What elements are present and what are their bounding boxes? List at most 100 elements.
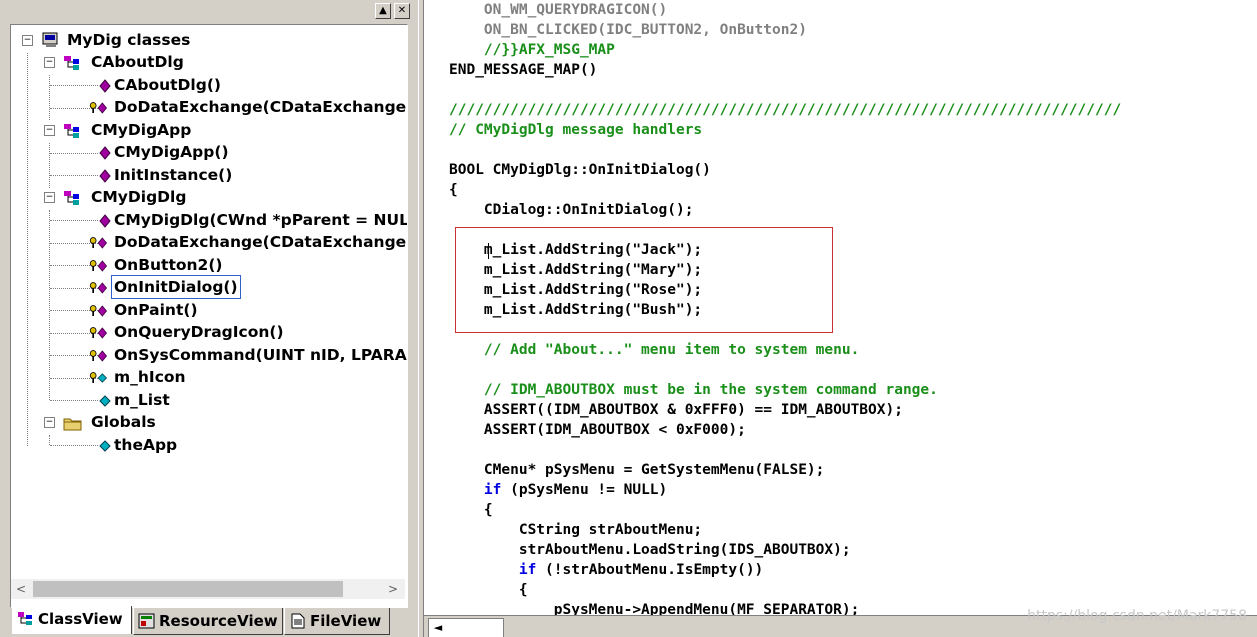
member-label: DoDataExchange(CDataExchange *: [114, 98, 408, 116]
code-line: ASSERT((IDM_ABOUTBOX & 0xFFF0) == IDM_AB…: [449, 402, 903, 418]
member-label: OnInitDialog(): [111, 275, 241, 299]
editor-horizontal-scrollbar[interactable]: ◄: [428, 618, 504, 637]
protected-method-icon: [89, 350, 108, 362]
code-comment: AFX_MSG_MAP: [518, 42, 615, 58]
class-label: CMyDigApp: [91, 121, 192, 139]
class-label: CAboutDlg: [91, 53, 184, 71]
member-label: CAboutDlg(): [114, 76, 222, 94]
tree-member[interactable]: m_hIcon: [11, 366, 401, 388]
public-method-icon: [99, 169, 111, 183]
code-editor[interactable]: ON_WM_QUERYDRAGICON() ON_BN_CLICKED(IDC_…: [424, 0, 1257, 637]
code-line: CMenu* pSysMenu = GetSystemMenu(FALSE);: [449, 462, 825, 478]
public-member-icon: [99, 440, 111, 452]
member-label: m_List: [114, 391, 170, 409]
code-line: // IDM_ABOUTBOX must be in the system co…: [449, 382, 938, 398]
tree-member[interactable]: m_List: [11, 389, 401, 411]
tab-label: ResourceView: [159, 612, 278, 630]
pane-minimize-button[interactable]: ▲: [375, 3, 391, 19]
fileview-icon: [291, 613, 305, 629]
workspace-icon: [42, 32, 58, 47]
tree-member[interactable]: InitInstance(): [11, 164, 401, 186]
public-member-icon: [99, 395, 111, 407]
collapse-icon[interactable]: −: [44, 125, 55, 136]
globals-label: Globals: [91, 413, 156, 431]
code-line: {: [449, 182, 458, 198]
scrollbar-thumb[interactable]: [33, 581, 343, 597]
code-line: ASSERT(IDM_ABOUTBOX < 0xF000);: [449, 422, 746, 438]
member-label: OnSysCommand(UINT nID, LPARAM: [114, 346, 408, 364]
resourceview-icon: [138, 613, 155, 629]
tree-member[interactable]: OnQueryDragIcon(): [11, 321, 401, 343]
watermark: https://blog.csdn.net/Mark7758: [1027, 608, 1247, 624]
class-icon: [64, 191, 79, 205]
public-method-icon: [99, 146, 111, 160]
protected-method-icon: [89, 282, 108, 294]
scroll-left-arrow-icon[interactable]: ◄: [429, 619, 447, 637]
collapse-icon[interactable]: −: [44, 57, 55, 68]
tree-member[interactable]: CMyDigDlg(CWnd *pParent = NULL): [11, 209, 407, 231]
tree-class-caboutdlg[interactable]: − CAboutDlg: [11, 51, 401, 73]
code-line: strAboutMenu.LoadString(IDS_ABOUTBOX);: [449, 542, 851, 558]
pane-close-button[interactable]: ✕: [394, 3, 410, 19]
class-icon: [64, 56, 79, 70]
scroll-left-arrow-icon[interactable]: <: [11, 579, 31, 599]
scroll-right-arrow-icon[interactable]: >: [383, 579, 403, 599]
tab-resourceview[interactable]: ResourceView: [133, 608, 283, 635]
tree-root[interactable]: − MyDig classes: [11, 29, 401, 51]
code-line: ON_BN_CLICKED(IDC_BUTTON2, OnButton2): [449, 22, 807, 38]
code-line: if (pSysMenu != NULL): [483, 482, 668, 498]
tree-class-cmydigapp[interactable]: − CMyDigApp: [11, 119, 401, 141]
highlight-box: [455, 227, 833, 333]
tree-member[interactable]: OnPaint(): [11, 299, 401, 321]
tree-horizontal-scrollbar[interactable]: < >: [11, 579, 405, 599]
code-line: END_MESSAGE_MAP(): [449, 62, 598, 78]
tree-class-cmydigdlg[interactable]: − CMyDigDlg: [11, 186, 401, 208]
tree-member[interactable]: DoDataExchange(CDataExchange *: [11, 96, 407, 118]
tab-fileview[interactable]: FileView: [284, 608, 390, 635]
code-line: {: [449, 502, 493, 518]
member-label: theApp: [114, 436, 178, 454]
classview-pane: ▲ ✕ − MyDig classes − CAboutDlg CAboutDl…: [0, 0, 418, 637]
tree-member[interactable]: OnButton2(): [11, 254, 401, 276]
tree-globals[interactable]: − Globals: [11, 411, 401, 433]
text-caret: [488, 243, 489, 259]
code-line: //}}AFX_MSG_MAP: [449, 42, 615, 58]
collapse-icon[interactable]: −: [44, 192, 55, 203]
tree-member-selected[interactable]: OnInitDialog(): [11, 275, 401, 299]
code-line: {: [449, 582, 528, 598]
protected-method-icon: [89, 260, 108, 272]
code-line: CString strAboutMenu;: [449, 522, 703, 538]
class-icon: [64, 124, 79, 138]
member-label: OnButton2(): [114, 256, 223, 274]
code-line: if (!strAboutMenu.IsEmpty()): [518, 562, 764, 578]
collapse-icon[interactable]: −: [44, 417, 55, 428]
tab-classview[interactable]: ClassView: [12, 606, 132, 634]
tree-member[interactable]: theApp: [11, 434, 401, 456]
member-label: OnQueryDragIcon(): [114, 323, 284, 341]
code-line: ON_WM_QUERYDRAGICON(): [449, 2, 668, 18]
public-method-icon: [99, 214, 111, 228]
pane-titlebar: ▲ ✕: [0, 0, 418, 22]
tree-root-label: MyDig classes: [67, 31, 191, 49]
tree-member[interactable]: CMyDigApp(): [11, 141, 401, 163]
member-label: m_hIcon: [114, 368, 186, 386]
keyword-if: if: [483, 482, 502, 498]
protected-method-icon: [89, 102, 108, 114]
class-tree: − MyDig classes − CAboutDlg CAboutDlg() …: [10, 24, 408, 608]
classview-icon: [18, 612, 32, 625]
tab-label: FileView: [310, 612, 382, 630]
public-method-icon: [99, 79, 111, 93]
tab-label: ClassView: [38, 610, 123, 628]
protected-method-icon: [89, 237, 108, 249]
code-line: ////////////////////////////////////////…: [449, 102, 1122, 118]
tree-member[interactable]: DoDataExchange(CDataExchange *: [11, 231, 407, 253]
tree-member[interactable]: CAboutDlg(): [11, 74, 401, 96]
member-label: OnPaint(): [114, 301, 198, 319]
collapse-icon[interactable]: −: [22, 35, 33, 46]
keyword-if: if: [518, 562, 537, 578]
code-line: // Add "About..." menu item to system me…: [449, 342, 860, 358]
code-line: // CMyDigDlg message handlers: [449, 122, 703, 138]
code-line: BOOL CMyDigDlg::OnInitDialog(): [449, 162, 711, 178]
tree-member[interactable]: OnSysCommand(UINT nID, LPARAM: [11, 344, 407, 366]
folder-icon: [63, 418, 82, 431]
